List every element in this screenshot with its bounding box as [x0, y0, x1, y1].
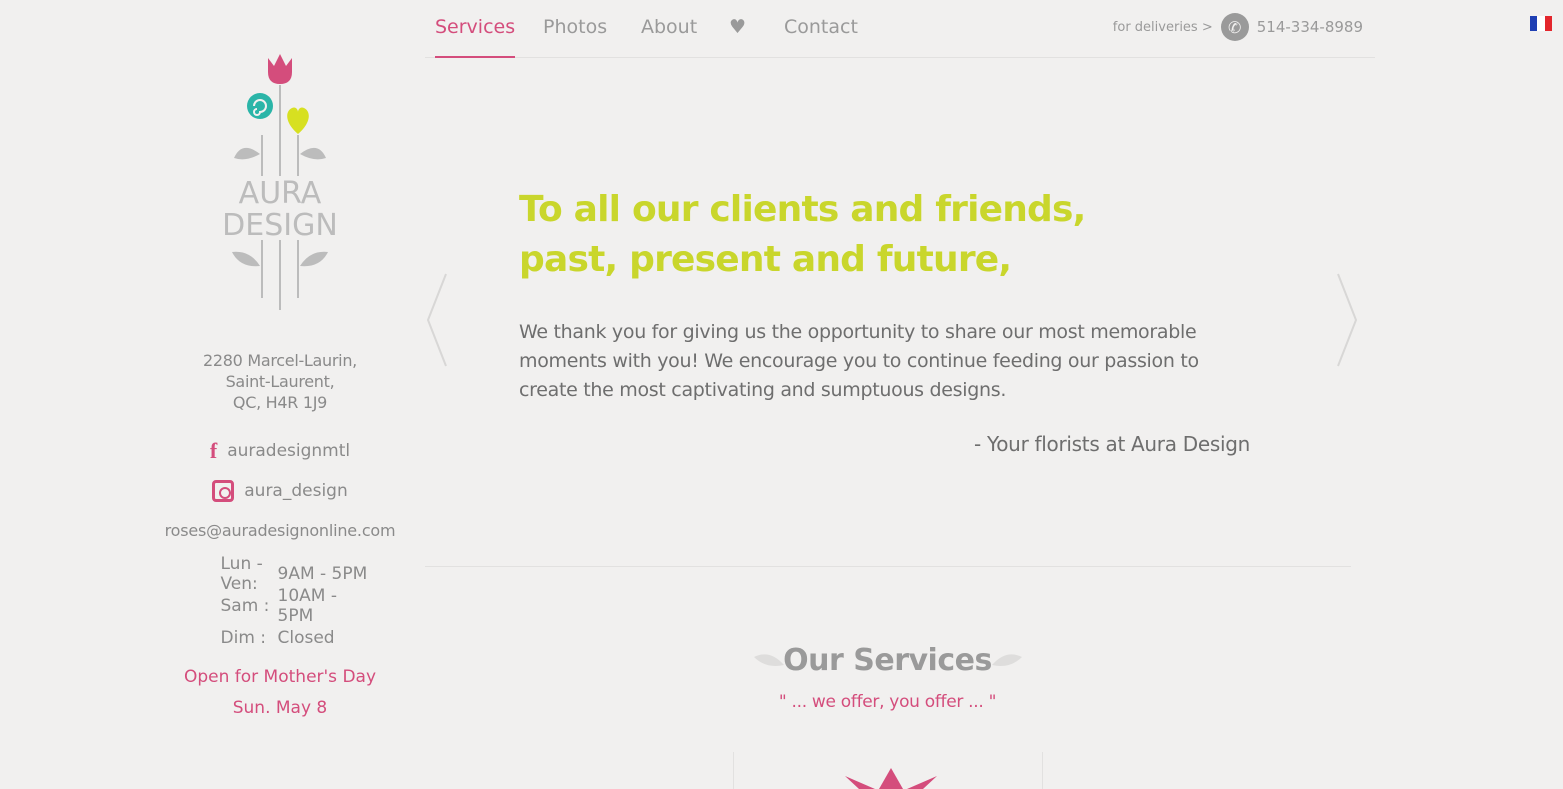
headline-line: past, present and future, [519, 239, 1012, 280]
service-card-border [733, 752, 734, 789]
svg-text:AURA: AURA [239, 176, 322, 211]
instagram-link[interactable]: aura_design [150, 471, 410, 511]
hours-time: Closed [277, 628, 335, 648]
hours-row: Sam : 10AM - 5PM [150, 586, 410, 626]
sidebar: AURA DESIGN 2280 Marcel-Laurin, Saint-La… [150, 40, 410, 724]
address-line: QC, H4R 1J9 [232, 393, 328, 412]
service-card-border [1042, 752, 1043, 789]
nav-about[interactable]: About [641, 16, 697, 38]
hours-day: Dim : [220, 628, 267, 648]
nav-favorites-heart[interactable]: ♥ [729, 16, 746, 38]
nav-services[interactable]: Services [435, 16, 516, 58]
fr-flag-icon[interactable] [1530, 16, 1552, 31]
hours-time: 10AM - 5PM [277, 586, 337, 626]
address-line: 2280 Marcel-Laurin, [203, 351, 357, 370]
address-line: Saint-Laurent, [225, 372, 335, 391]
hours-row: Dim : Closed [150, 622, 410, 654]
section-divider [425, 566, 1351, 567]
headline-line: To all our clients and friends, [519, 189, 1086, 230]
facebook-handle[interactable]: auradesignmtl [227, 441, 350, 461]
svg-text:DESIGN: DESIGN [222, 208, 338, 243]
social-links: f auradesignmtl aura_design [150, 431, 410, 511]
instagram-icon [212, 480, 235, 502]
delivery-phone[interactable]: for deliveries > ✆ 514-334-8989 [1113, 13, 1363, 41]
notice-line: Open for Mother's Day [183, 667, 377, 687]
slider-next-arrow[interactable] [1330, 270, 1360, 370]
nav-contact[interactable]: Contact [784, 16, 858, 38]
slide-body: We thank you for giving us the opportuni… [519, 321, 1199, 401]
hours-day: Lun - Ven: [220, 554, 263, 594]
main-nav: Services Photos About ♥ Contact for deli… [425, 0, 1375, 58]
delivery-label: for deliveries > [1112, 19, 1213, 35]
slide-headline: To all our clients and friends, past, pr… [519, 185, 1219, 285]
facebook-icon: f [209, 438, 218, 463]
aura-design-logo[interactable]: AURA DESIGN [210, 40, 350, 320]
slide-signature: - Your florists at Aura Design [974, 432, 1250, 456]
instagram-handle[interactable]: aura_design [244, 481, 348, 501]
facebook-link[interactable]: f auradesignmtl [150, 431, 410, 471]
hours-day: Sam : [220, 596, 270, 616]
services-title: Our Services [783, 643, 992, 678]
phone-icon: ✆ [1220, 13, 1249, 41]
mothers-day-notice: Open for Mother's Day Sun. May 8 [150, 662, 410, 724]
notice-line: Sun. May 8 [232, 698, 328, 718]
slider-prev-arrow[interactable] [424, 270, 454, 370]
phone-number[interactable]: 514-334-8989 [1257, 18, 1363, 36]
hours-time: 9AM - 5PM [277, 564, 368, 584]
services-subtitle: " ... we offer, you offer ... " [778, 692, 997, 712]
email-link[interactable]: roses@auradesignonline.com [150, 521, 410, 540]
opening-hours: Lun - Ven: 9AM - 5PM Sam : 10AM - 5PM Di… [150, 554, 410, 654]
lotus-icon [845, 768, 937, 789]
address: 2280 Marcel-Laurin, Saint-Laurent, QC, H… [150, 350, 410, 413]
nav-photos[interactable]: Photos [543, 16, 607, 38]
